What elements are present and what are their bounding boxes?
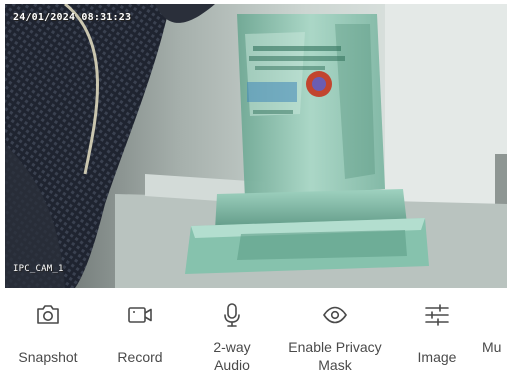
camera-feed-image [5, 4, 507, 288]
device-name-overlay: IPC_CAM_1 [13, 264, 64, 274]
timestamp-overlay: 24/01/2024 08:31:23 [13, 12, 132, 23]
camera-live-view: 24/01/2024 08:31:23 IPC_CAM_1 Snapshot R… [0, 0, 511, 376]
partial-label: Mu [482, 339, 502, 355]
camera-feed[interactable]: 24/01/2024 08:31:23 IPC_CAM_1 [5, 4, 507, 288]
privacy-mask-label-line1: Enable Privacy [288, 339, 382, 355]
image-settings-button[interactable]: Image [392, 290, 482, 376]
sliders-icon [423, 302, 451, 328]
two-way-audio-button[interactable]: 2-way Audio [187, 290, 277, 376]
control-bar: Snapshot Record 2-way Audio Enable Priva… [0, 290, 511, 376]
camera-icon [34, 302, 62, 328]
two-way-audio-label-line2: Audio [214, 357, 250, 373]
snapshot-label: Snapshot [18, 349, 78, 365]
eye-icon [321, 302, 349, 328]
privacy-mask-label-line2: Mask [318, 357, 352, 373]
video-camera-icon [126, 302, 154, 328]
two-way-audio-label-line1: 2-way [213, 339, 251, 355]
more-control-partial[interactable]: Mu [482, 290, 511, 376]
enable-privacy-mask-button[interactable]: Enable Privacy Mask [288, 290, 382, 376]
microphone-icon [218, 302, 246, 328]
image-label: Image [417, 349, 457, 365]
record-label: Record [117, 349, 163, 365]
snapshot-button[interactable]: Snapshot [3, 290, 93, 376]
record-button[interactable]: Record [95, 290, 185, 376]
